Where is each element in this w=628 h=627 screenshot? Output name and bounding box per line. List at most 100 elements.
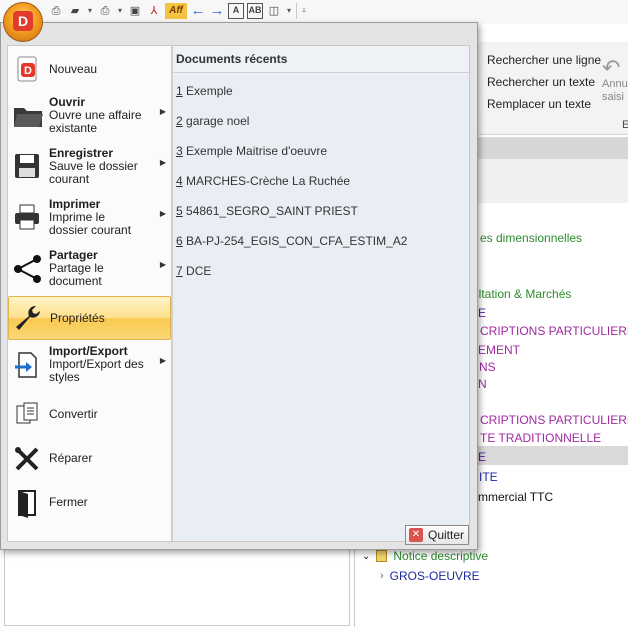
menu-item-text: Ouvrir Ouvre une affaire existante [49, 96, 145, 135]
menu-item-fermer[interactable]: Fermer [8, 484, 171, 524]
pdf-export-icon[interactable]: ⎙ [48, 3, 64, 19]
tree-item-label: GROS-OEUVRE [389, 569, 480, 583]
document-line[interactable]: E [478, 306, 486, 320]
document-line[interactable]: N [478, 377, 487, 391]
recent-documents-pane: Documents récents 1 Exemple 2 garage noel… [172, 45, 470, 542]
menu-item-text: Propriétés [50, 312, 105, 325]
chevron-right-icon[interactable]: › [380, 570, 384, 582]
recent-document-item[interactable]: 5 54861_SEGRO_SAINT PRIEST [176, 204, 358, 218]
arrow-left-icon[interactable]: ← [190, 3, 206, 19]
recent-document-name: DCE [186, 264, 212, 278]
menu-item-ouvrir[interactable]: Ouvrir Ouvre une affaire existante ▶ [8, 93, 171, 141]
menu-item-import-export[interactable]: Import/Export Import/Export des styles ▶ [8, 342, 171, 390]
folder-open-icon [12, 100, 44, 132]
svg-text:D: D [24, 65, 32, 77]
menu-item-title: Réparer [49, 451, 93, 465]
folder-icon[interactable]: ▰ [67, 3, 83, 19]
menu-item-imprimer[interactable]: Imprimer Imprime le dossier courant ▶ [8, 195, 171, 243]
menu-item-proprietes[interactable]: Propriétés [8, 296, 171, 340]
customize-toolbar-icon[interactable]: ⩡ [300, 3, 308, 19]
recent-document-name: Exemple Maitrise d'oeuvre [186, 144, 328, 158]
document-line[interactable]: E [478, 450, 486, 464]
submenu-arrow-icon: ▶ [159, 209, 166, 218]
recent-document-item[interactable]: 1 Exemple [176, 84, 233, 98]
menu-item-text: Réparer [49, 452, 92, 465]
recent-document-name: BA-PJ-254_EGIS_CON_CFA_ESTIM_A2 [186, 234, 408, 248]
row-highlight [466, 446, 628, 465]
menu-item-enregistrer[interactable]: Enregistrer Sauve le dossier courant ▶ [8, 144, 171, 192]
close-icon: ✕ [409, 528, 423, 542]
text-columns-icon[interactable]: AB [247, 3, 263, 19]
save-icon [12, 151, 44, 183]
new-document-icon: D [12, 55, 44, 87]
pane-splitter[interactable] [354, 548, 355, 627]
ribbon-group-label: E [622, 119, 628, 131]
quick-access-toolbar: ⎙ ▰ ▾ ⎙ ▾ ▣ ⅄ Aff ← → A AB ◫ ▾ ⩡ [0, 0, 628, 24]
quit-button[interactable]: ✕ Quitter [405, 525, 469, 545]
submenu-arrow-icon: ▶ [159, 107, 166, 116]
aff-icon[interactable]: Aff [165, 3, 187, 19]
undo-button[interactable]: ↶ Annu saisi [602, 57, 628, 104]
doc-icon [376, 550, 388, 562]
document-line[interactable]: TE TRADITIONNELLE [480, 431, 601, 445]
menu-item-partager[interactable]: Partager Partage le document ▶ [8, 246, 171, 292]
document-line[interactable]: CRIPTIONS PARTICULIERE [480, 413, 628, 427]
document-line[interactable]: EMENT [478, 343, 520, 357]
document-line[interactable]: es dimensionnelles [480, 231, 582, 245]
document-line[interactable]: CRIPTIONS PARTICULIERE [480, 324, 628, 338]
document-line[interactable]: NS [479, 360, 496, 374]
recent-document-number: 4 [176, 174, 183, 188]
menu-item-convertir[interactable]: Convertir [8, 396, 171, 436]
document-line[interactable]: mmercial TTC [478, 490, 553, 504]
chevron-down-icon[interactable]: ▾ [116, 3, 124, 19]
submenu-arrow-icon: ▶ [159, 260, 166, 269]
arrow-right-icon[interactable]: → [209, 3, 225, 19]
menu-item-text: Fermer [49, 496, 88, 509]
print-preview-icon[interactable]: ▣ [127, 3, 143, 19]
menu-item-nouveau[interactable]: D Nouveau [8, 52, 171, 88]
toolbar-separator [296, 3, 297, 19]
app-logo-icon: D [13, 11, 33, 31]
tree-item-notice[interactable]: ⌄ Notice descriptive [362, 549, 488, 563]
replace-text-button[interactable]: Remplacer un texte [487, 97, 591, 113]
menu-item-title: Fermer [49, 495, 88, 509]
recent-document-number: 3 [176, 144, 183, 158]
recent-document-number: 7 [176, 264, 183, 278]
shape-icon[interactable]: ◫ [266, 3, 282, 19]
chevron-down-icon[interactable]: ⌄ [362, 551, 370, 562]
tree-item-gros-oeuvre[interactable]: › GROS-OEUVRE [380, 569, 480, 583]
quick-access-icons: ⎙ ▰ ▾ ⎙ ▾ ▣ ⅄ Aff ← → A AB ◫ ▾ ⩡ [48, 3, 308, 19]
menu-item-text: Convertir [49, 408, 98, 421]
search-line-button[interactable]: Rechercher une ligne [487, 53, 601, 69]
chevron-down-icon[interactable]: ▾ [285, 3, 293, 19]
recent-document-item[interactable]: 2 garage noel [176, 114, 249, 128]
application-button[interactable]: D [3, 2, 43, 42]
recent-document-item[interactable]: 6 BA-PJ-254_EGIS_CON_CFA_ESTIM_A2 [176, 234, 407, 248]
chevron-down-icon[interactable]: ▾ [86, 3, 94, 19]
tools-icon [12, 444, 44, 476]
menu-item-title: Convertir [49, 407, 98, 421]
recent-document-item[interactable]: 3 Exemple Maitrise d'oeuvre [176, 144, 327, 158]
menu-item-text: Nouveau [49, 63, 97, 76]
menu-item-description: Partage le document [49, 261, 104, 288]
acrobat-icon[interactable]: ⅄ [146, 3, 162, 19]
undo-icon: ↶ [602, 55, 621, 80]
menu-item-text: Imprimer Imprime le dossier courant [49, 198, 145, 237]
submenu-arrow-icon: ▶ [159, 356, 166, 365]
menu-commands-pane: D Nouveau Ouvrir Ouvre une affaire existant… [7, 45, 172, 542]
recent-document-name: Exemple [186, 84, 233, 98]
submenu-arrow-icon: ▶ [159, 158, 166, 167]
printer-icon[interactable]: ⎙ [97, 3, 113, 19]
menu-item-reparer[interactable]: Réparer [8, 440, 171, 480]
menu-item-text: Partager Partage le document [49, 249, 145, 288]
recent-documents-header: Documents récents [173, 46, 469, 73]
menu-item-description: Imprime le dossier courant [49, 210, 132, 237]
header-band [478, 159, 628, 203]
search-text-button[interactable]: Rechercher un texte [487, 75, 595, 91]
recent-document-item[interactable]: 7 DCE [176, 264, 211, 278]
menu-item-title: Propriétés [50, 311, 105, 325]
document-line[interactable]: sultation & Marchés [466, 287, 571, 301]
text-box-icon[interactable]: A [228, 3, 244, 19]
document-line[interactable]: ITE [479, 470, 498, 484]
recent-document-item[interactable]: 4 MARCHES-Crèche La Ruchée [176, 174, 350, 188]
